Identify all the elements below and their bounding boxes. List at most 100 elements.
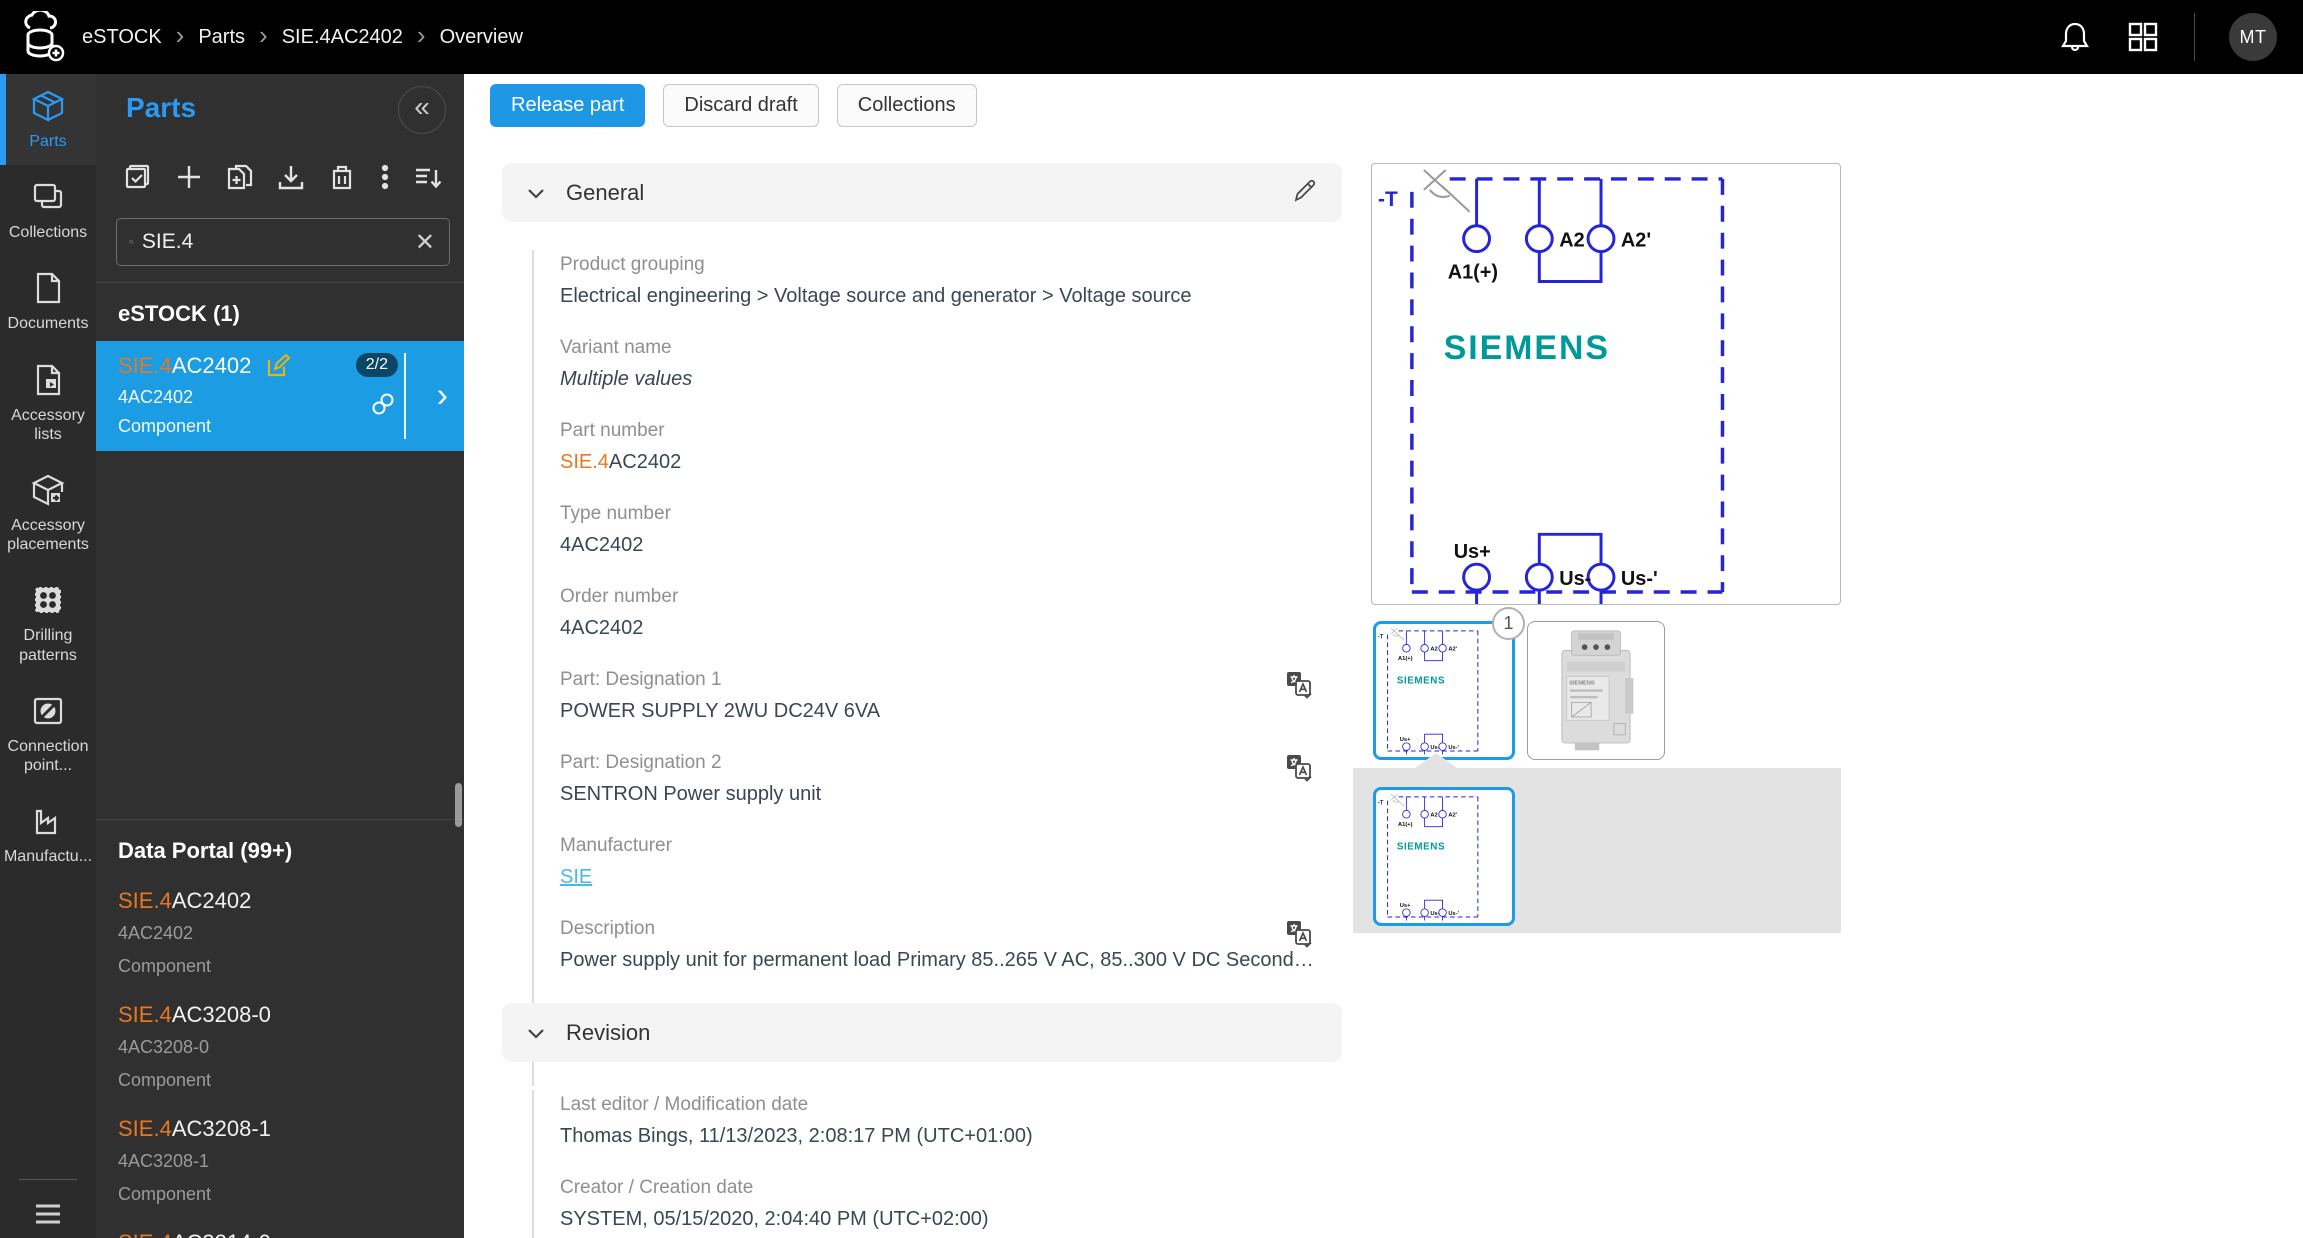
- translate-icon[interactable]: [1284, 752, 1314, 782]
- more-options-button[interactable]: [373, 157, 397, 197]
- user-avatar[interactable]: MT: [2229, 13, 2277, 61]
- field-type-number: Type number 4AC2402: [560, 503, 1314, 557]
- hamburger-menu-icon[interactable]: [33, 1202, 63, 1226]
- release-part-button[interactable]: Release part: [490, 84, 646, 127]
- topbar-divider: [2194, 13, 2195, 61]
- sidebar-item-manufacturers[interactable]: Manufactu...: [0, 789, 96, 880]
- delete-button[interactable]: [322, 157, 362, 197]
- document-icon: [36, 273, 61, 304]
- manufacturer-link[interactable]: SIE: [560, 866, 592, 888]
- thumbnail-product-photo[interactable]: [1527, 621, 1665, 760]
- field-designation-2: Part: Designation 2 SENTRON Power supply…: [560, 752, 1314, 806]
- breadcrumb-part-number[interactable]: SIE.4AC2402: [282, 26, 403, 49]
- edit-draft-icon[interactable]: [265, 353, 291, 379]
- sidebar-item-label: Collections: [8, 224, 88, 242]
- part-kind: Component: [118, 956, 212, 976]
- part-number-highlight: SIE.4: [118, 1116, 172, 1141]
- part-number-highlight: SIE.4: [560, 451, 609, 473]
- sidebar-item-label: Documents: [7, 315, 89, 333]
- translate-icon[interactable]: [1284, 918, 1314, 948]
- clear-search-icon[interactable]: ✕: [415, 228, 435, 257]
- field-value: SYSTEM, 05/15/2020, 2:04:40 PM (UTC+02:0…: [560, 1208, 989, 1230]
- drilling-pattern-icon: [35, 587, 61, 614]
- panel-scrollbar-thumb[interactable]: [455, 783, 462, 827]
- section-title: General: [566, 179, 645, 205]
- variant-thumbnail-schematic[interactable]: [1373, 787, 1515, 926]
- part-number-rest: AC3214-0: [172, 1230, 271, 1238]
- estock-logo-icon[interactable]: [16, 11, 68, 63]
- search-input-wrap: ✕: [116, 218, 450, 266]
- sidebar-item-label: Drilling patterns: [19, 627, 77, 664]
- item-divider: [404, 353, 406, 439]
- sidebar-item-label: Parts: [29, 133, 67, 150]
- part-preview-image[interactable]: [1371, 163, 1841, 605]
- thumbnail-schematic-selected[interactable]: [1373, 621, 1515, 760]
- edit-general-icon[interactable]: [1290, 178, 1318, 206]
- sidebar-item-accessory-placements[interactable]: Accessory placements: [0, 458, 96, 568]
- field-last-editor: Last editor / Modification date Thomas B…: [560, 1094, 1314, 1148]
- part-number-rest: AC3208-0: [171, 1002, 271, 1027]
- portal-list-item[interactable]: SIE.4AC2402 4AC2402 Component: [96, 878, 464, 992]
- notifications-bell-icon[interactable]: [2058, 20, 2092, 54]
- part-list-item-selected[interactable]: SIE.4AC2402 4AC2402 Component 2/2 ›: [96, 341, 464, 451]
- part-type-number: 4AC2402: [118, 387, 194, 407]
- chevron-right-icon: ›: [175, 20, 185, 50]
- field-label: Variant name: [560, 337, 672, 358]
- box-icon: [31, 90, 65, 122]
- field-label: Order number: [560, 586, 679, 607]
- sidebar-item-drilling-patterns[interactable]: Drilling patterns: [0, 568, 96, 678]
- part-type-number: 4AC2402: [118, 923, 194, 943]
- field-label: Type number: [560, 503, 671, 524]
- field-label: Part: Designation 2: [560, 752, 722, 773]
- breadcrumb-estock[interactable]: eSTOCK: [82, 26, 162, 49]
- breadcrumb-parts[interactable]: Parts: [198, 26, 245, 49]
- collapse-panel-button[interactable]: «: [398, 86, 446, 134]
- link-icon: [372, 393, 394, 415]
- field-value: Thomas Bings, 11/13/2023, 2:08:17 PM (UT…: [560, 1125, 1033, 1147]
- sidebar-item-parts[interactable]: Parts: [0, 74, 96, 166]
- field-value: Multiple values: [560, 368, 693, 390]
- part-type-number: 4AC3208-0: [118, 1037, 210, 1057]
- portal-list-item[interactable]: SIE.4AC3214-0 4AC3214-0 Component: [96, 1220, 464, 1238]
- sidebar-item-collections[interactable]: Collections: [0, 165, 96, 256]
- field-manufacturer: Manufacturer SIE: [560, 835, 1314, 889]
- download-button[interactable]: [271, 157, 311, 197]
- discard-draft-button[interactable]: Discard draft: [663, 84, 819, 127]
- part-number-rest: AC2402: [171, 888, 252, 913]
- general-section-header[interactable]: General: [502, 163, 1342, 222]
- multi-select-button[interactable]: [118, 157, 158, 197]
- panel-toolbar: [96, 150, 545, 204]
- sidebar-divider: [19, 1179, 77, 1180]
- revision-section-header[interactable]: Revision: [502, 1003, 1342, 1062]
- add-part-button[interactable]: [169, 157, 209, 197]
- search-input[interactable]: [133, 229, 415, 255]
- collections-button[interactable]: Collections: [836, 84, 977, 127]
- field-label: Description: [560, 918, 656, 939]
- field-value: SENTRON Power supply unit: [560, 783, 822, 805]
- chevron-down-icon: [528, 1028, 544, 1039]
- field-variant-name: Variant name Multiple values: [560, 337, 1314, 391]
- field-label: Part: Designation 1: [560, 669, 722, 690]
- breadcrumb-overview[interactable]: Overview: [440, 26, 523, 49]
- accessory-list-icon: [36, 364, 61, 395]
- product-photo: [1537, 626, 1655, 756]
- field-value: 4AC2402: [560, 617, 644, 639]
- portal-list-item[interactable]: SIE.4AC3208-0 4AC3208-0 Component: [96, 992, 464, 1106]
- section-title: Revision: [566, 1019, 651, 1045]
- portal-list-item[interactable]: SIE.4AC3208-1 4AC3208-1 Component: [96, 1106, 464, 1220]
- connection-point-icon: [33, 697, 63, 724]
- copy-part-button[interactable]: [220, 157, 260, 197]
- translate-icon[interactable]: [1284, 669, 1314, 699]
- part-number: SIE.4AC2402: [118, 353, 251, 379]
- field-label: Manufacturer: [560, 835, 672, 856]
- part-number-highlight: SIE.4: [118, 1002, 172, 1027]
- sidebar-item-accessory-lists[interactable]: Accessory lists: [0, 348, 96, 458]
- sort-button[interactable]: [408, 157, 448, 197]
- open-part-chevron-icon[interactable]: ›: [437, 377, 448, 416]
- sidebar-item-documents[interactable]: Documents: [0, 256, 96, 347]
- chevron-down-icon: [528, 188, 544, 199]
- app-grid-icon[interactable]: [2126, 20, 2160, 54]
- sidebar-item-connection-points[interactable]: Connection point...: [0, 679, 96, 789]
- field-value: Power supply unit for permanent load Pri…: [560, 949, 1314, 971]
- part-number-highlight: SIE.4: [118, 888, 172, 913]
